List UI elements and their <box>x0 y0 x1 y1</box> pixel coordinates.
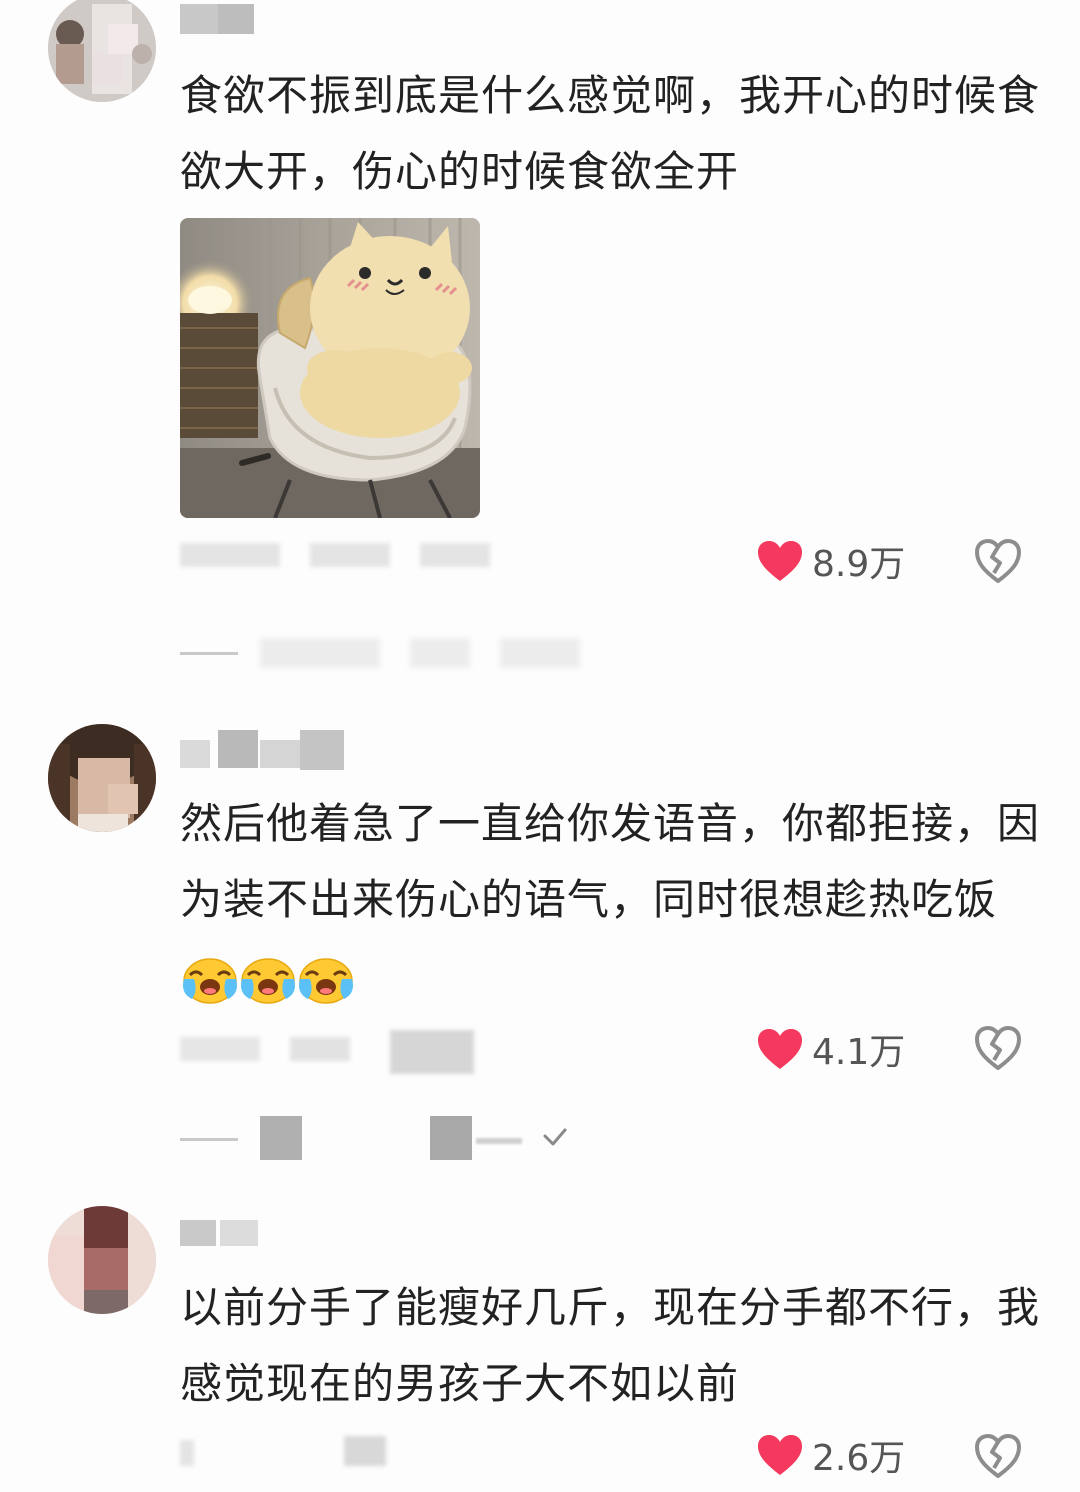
loudly-crying-face-icon <box>299 957 353 1004</box>
chevron-down-icon <box>543 1128 567 1146</box>
loudly-crying-face-icon <box>241 957 295 1004</box>
heart-icon <box>758 1435 802 1475</box>
comment-item: 以前分手了能瘦好几斤，现在分手都不行，我感觉现在的男孩子大不如以前 2.6万 <box>0 1180 1080 1492</box>
broken-heart-icon <box>975 1026 1021 1070</box>
comment-text: 以前分手了能瘦好几斤，现在分手都不行，我感觉现在的男孩子大不如以前 <box>180 1283 1041 1408</box>
comment-meta <box>180 540 490 575</box>
comment-text: 然后他着急了一直给你发语音，你都拒接，因为装不出来伤心的语气，同时很想趁热吃饭 <box>180 786 1040 1014</box>
replies-divider <box>180 1138 238 1141</box>
dislike-button[interactable] <box>974 1432 1022 1480</box>
heart-icon <box>758 541 802 581</box>
like-button[interactable]: 4.1万 <box>756 1024 905 1074</box>
username[interactable] <box>180 726 360 770</box>
comment-meta <box>180 1030 474 1074</box>
dislike-button[interactable] <box>974 1024 1022 1072</box>
comment-text-body: 然后他着急了一直给你发语音，你都拒接，因为装不出来伤心的语气，同时很想趁热吃饭 <box>180 799 1041 924</box>
broken-heart-icon <box>975 539 1021 583</box>
view-replies[interactable] <box>180 628 680 678</box>
avatar-image <box>48 0 156 102</box>
dislike-button[interactable] <box>974 537 1022 585</box>
like-count: 2.6万 <box>812 1438 906 1479</box>
avatar-image <box>48 1206 156 1314</box>
emoji-group <box>182 953 354 1005</box>
like-button[interactable]: 2.6万 <box>756 1430 905 1480</box>
comment-meta <box>180 1436 386 1474</box>
like-button[interactable]: 8.9万 <box>756 536 905 586</box>
comment-image[interactable] <box>180 218 480 518</box>
comment-item: 然后他着急了一直给你发语音，你都拒接，因为装不出来伤心的语气，同时很想趁热吃饭 <box>0 700 1080 1180</box>
avatar-image <box>48 724 156 832</box>
view-replies[interactable] <box>180 1114 680 1164</box>
avatar[interactable] <box>48 1206 156 1314</box>
comment-item: 食欲不振到底是什么感觉啊，我开心的时候食欲大开，伤心的时候食欲全开 8.9万 <box>0 0 1080 700</box>
username[interactable] <box>180 1206 300 1246</box>
avatar[interactable] <box>48 724 156 832</box>
heart-icon <box>758 1029 802 1069</box>
loudly-crying-face-icon <box>183 957 237 1004</box>
comment-text: 食欲不振到底是什么感觉啊，我开心的时候食欲大开，伤心的时候食欲全开 <box>180 71 1041 196</box>
avatar[interactable] <box>48 0 156 102</box>
username[interactable] <box>180 0 300 34</box>
like-count: 8.9万 <box>812 544 906 585</box>
plush-chair-photo <box>180 218 480 518</box>
replies-divider <box>180 652 238 655</box>
broken-heart-icon <box>975 1434 1021 1478</box>
like-count: 4.1万 <box>812 1032 906 1073</box>
